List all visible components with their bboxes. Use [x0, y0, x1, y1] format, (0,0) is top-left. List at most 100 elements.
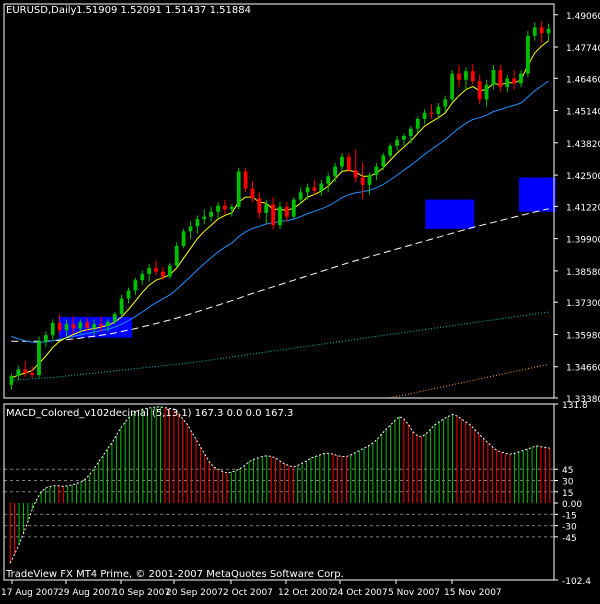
bull-candle — [202, 216, 207, 220]
bull-candle — [326, 176, 331, 184]
ma-slowest-line — [390, 363, 549, 398]
bull-candle — [264, 204, 269, 213]
bear-candle — [250, 188, 255, 199]
bear-candle — [71, 324, 76, 329]
macd-tick-label: 30 — [562, 478, 574, 488]
bull-candle — [64, 324, 69, 331]
bear-candle — [470, 71, 475, 81]
bull-candle — [50, 322, 55, 336]
bull-candle — [236, 171, 241, 207]
chart-canvas[interactable]: 1.49060 1.47740 1.46460 1.45140 1.43820 1.425… — [0, 0, 600, 600]
bull-candle — [216, 205, 220, 212]
ohlc-readout: 1.51909 1.52091 1.51437 1.51884 — [76, 5, 251, 16]
bull-candle — [422, 112, 427, 119]
macd-tick-label: 131.8 — [562, 401, 588, 411]
macd-pane[interactable] — [4, 406, 554, 564]
bear-candle — [312, 187, 317, 191]
bear-candle — [271, 204, 276, 226]
bull-candle — [415, 118, 420, 129]
bull-candle — [388, 145, 393, 156]
date-tick-label: 20 Sep 2007 — [166, 588, 223, 598]
price-tick-label: 1.42500 — [566, 172, 600, 182]
highlight-box — [425, 199, 475, 229]
price-tick-label: 1.47740 — [566, 44, 600, 54]
date-tick-label: 15 Nov 2007 — [444, 588, 502, 598]
bull-candle — [140, 274, 145, 281]
bull-candle — [43, 335, 48, 342]
indicator-title: MACD_Colored_v102decimal (5,13,1) 167.3 … — [6, 408, 294, 419]
bull-candle — [92, 324, 96, 328]
bear-candle — [154, 267, 158, 272]
price-tick-label: 1.34660 — [566, 364, 600, 374]
highlight-box — [519, 177, 556, 212]
bull-candle — [340, 156, 344, 167]
bear-candle — [223, 205, 227, 210]
bull-candle — [167, 265, 172, 277]
bull-candle — [484, 84, 489, 100]
bull-candle — [450, 73, 455, 100]
bull-candle — [209, 211, 214, 217]
macd-pane-frame — [3, 403, 555, 581]
bull-candle — [133, 280, 138, 291]
bull-candle — [374, 166, 379, 176]
bull-candle — [367, 175, 372, 185]
price-tick-label: 1.41220 — [566, 203, 600, 213]
bull-candle — [229, 206, 234, 210]
bear-candle — [85, 322, 90, 328]
price-tick-label: 1.46460 — [566, 75, 600, 85]
bull-candle — [408, 128, 413, 136]
price-tick-label: 1.49060 — [566, 12, 600, 22]
bear-candle — [360, 177, 365, 185]
bull-candle — [37, 341, 41, 376]
bull-candle — [402, 135, 406, 140]
bear-candle — [477, 80, 482, 100]
date-tick-label: 24 Oct 2007 — [332, 588, 388, 598]
bull-candle — [181, 231, 186, 246]
copyright-text: TradeView FX MT4 Prime, © 2001-2007 Meta… — [6, 569, 344, 580]
bull-candle — [333, 166, 337, 177]
bull-candle — [305, 187, 310, 193]
macd-tick-label: -30 — [562, 523, 577, 533]
date-tick-label: 2 Oct 2007 — [223, 588, 273, 598]
bull-candle — [174, 245, 179, 266]
bull-candle — [436, 106, 441, 114]
bull-candle — [519, 73, 523, 84]
bull-candle — [16, 369, 21, 377]
bear-candle — [498, 69, 503, 88]
date-tick-label: 10 Sep 2007 — [113, 588, 170, 598]
bear-candle — [512, 78, 517, 84]
bull-candle — [532, 27, 537, 36]
bear-candle — [161, 271, 165, 277]
date-tick-label: 29 Aug 2007 — [58, 588, 116, 598]
bear-candle — [284, 206, 289, 217]
bear-candle — [457, 73, 461, 80]
date-tick-label: 5 Nov 2007 — [388, 588, 440, 598]
bear-candle — [30, 373, 34, 376]
macd-tick-label: -45 — [562, 534, 577, 544]
bull-candle — [505, 78, 510, 88]
bear-candle — [57, 322, 62, 331]
macd-tick-label: -15 — [562, 511, 577, 521]
bull-candle — [526, 35, 530, 74]
macd-tick-label: -102.4 — [562, 577, 591, 587]
price-tick-label: 1.35980 — [566, 331, 600, 341]
bull-candle — [147, 267, 152, 275]
chart-window[interactable]: 1.49060 1.47740 1.46460 1.45140 1.43820 1.425… — [0, 0, 600, 600]
bear-candle — [243, 171, 248, 189]
bull-candle — [112, 313, 117, 322]
macd-tick-label: 15 — [562, 489, 573, 499]
date-tick-label: 12 Oct 2007 — [278, 588, 334, 598]
bull-candle — [443, 99, 448, 107]
bear-candle — [539, 27, 544, 34]
bear-candle — [353, 170, 358, 178]
date-tick-label: 17 Aug 2007 — [1, 588, 59, 598]
bull-candle — [381, 155, 386, 167]
bull-candle — [78, 322, 83, 329]
bull-candle — [491, 69, 496, 85]
price-tick-label: 1.39900 — [566, 236, 600, 246]
bull-candle — [395, 139, 399, 146]
price-pane[interactable] — [9, 21, 556, 398]
bull-candle — [464, 71, 468, 80]
bear-candle — [346, 156, 351, 171]
bull-candle — [546, 28, 551, 34]
